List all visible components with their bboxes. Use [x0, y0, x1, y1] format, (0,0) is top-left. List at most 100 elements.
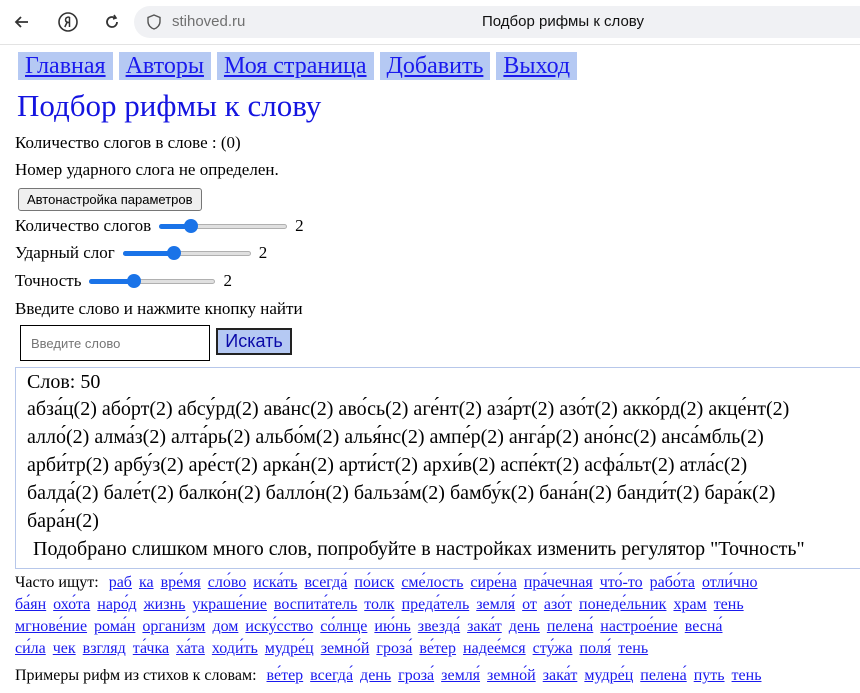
word-link[interactable]: сту́жа — [533, 640, 573, 657]
word-link[interactable]: ходи́ть — [212, 640, 258, 657]
stress-status-text: Номер ударного слога не определен. — [15, 160, 279, 179]
word-link[interactable]: вре́мя — [161, 574, 201, 591]
word-link[interactable]: ха́та — [176, 640, 205, 657]
word-link[interactable]: земля́ — [476, 596, 515, 613]
syllables-slider-label: Количество слогов — [15, 216, 152, 235]
word-link[interactable]: со́лнце — [320, 618, 367, 635]
word-link[interactable]: зака́т — [467, 618, 502, 635]
word-link[interactable]: воспита́тель — [274, 596, 357, 613]
word-link[interactable]: мгнове́ние — [15, 618, 87, 635]
yandex-logo-icon[interactable] — [56, 10, 80, 34]
word-link[interactable]: храм — [673, 596, 706, 613]
word-link[interactable]: иску́сство — [245, 618, 313, 635]
word-link[interactable]: тень — [732, 667, 762, 684]
word-link[interactable]: ка — [139, 574, 154, 591]
word-link[interactable]: настрое́ние — [600, 618, 677, 635]
word-link[interactable]: рома́н — [94, 618, 135, 635]
word-link[interactable]: земля́ — [441, 667, 480, 684]
reload-icon[interactable] — [100, 10, 124, 34]
slider-thumb[interactable] — [184, 219, 199, 233]
word-link[interactable]: звезда́ — [418, 618, 460, 635]
word-link[interactable]: ве́тер — [419, 640, 456, 657]
slider-thumb[interactable] — [166, 246, 181, 260]
syllables-slider-row: Количество слогов 2 — [15, 216, 304, 236]
word-link[interactable]: всегда́ — [310, 667, 353, 684]
word-link[interactable]: пелена́ — [547, 618, 593, 635]
search-button[interactable]: Искать — [216, 328, 292, 355]
word-link[interactable]: азо́т — [544, 596, 572, 613]
accuracy-slider-label: Точность — [15, 271, 82, 290]
back-arrow-icon[interactable] — [10, 10, 34, 34]
word-link[interactable]: отли́чно — [702, 574, 758, 591]
frequent-label: Часто ищут: — [15, 574, 99, 591]
word-link[interactable]: органи́зм — [142, 618, 205, 635]
word-link[interactable]: ве́тер — [267, 667, 304, 684]
word-link[interactable]: ба́ян — [15, 596, 46, 613]
word-link[interactable]: пелена́ — [640, 667, 686, 684]
word-link[interactable]: гроза́ — [398, 667, 434, 684]
results-warning: Подобрано слишком много слов, попробуйте… — [33, 538, 805, 560]
word-link[interactable]: жизнь — [144, 596, 186, 613]
auto-tune-button[interactable]: Автонастройка параметров — [18, 188, 202, 211]
word-link[interactable]: раб — [109, 574, 132, 591]
slider-thumb[interactable] — [126, 274, 141, 288]
word-link[interactable]: пра́чечная — [524, 574, 593, 591]
word-link[interactable]: ию́нь — [374, 618, 410, 635]
word-link[interactable]: сло́во — [208, 574, 247, 591]
menu-item-home[interactable]: Главная — [18, 52, 113, 80]
search-input[interactable]: Введите слово — [20, 325, 210, 361]
syllables-slider[interactable] — [159, 219, 288, 233]
word-link[interactable]: рабо́та — [650, 574, 695, 591]
frequent-row: ба́ян охо́та наро́д жизнь украше́ние вос… — [15, 596, 747, 614]
word-link[interactable]: гроза́ — [376, 640, 412, 657]
word-link[interactable]: понеде́льник — [579, 596, 666, 613]
word-link[interactable]: наро́д — [97, 596, 136, 613]
word-link[interactable]: день — [509, 618, 540, 635]
word-link[interactable]: си́ла — [15, 640, 46, 657]
address-domain: stihoved.ru — [172, 13, 246, 30]
syllables-slider-value: 2 — [295, 216, 304, 235]
menu-item-my-page[interactable]: Моя страница — [216, 52, 374, 80]
word-link[interactable]: взгляд — [83, 640, 126, 657]
stress-slider[interactable] — [122, 246, 251, 260]
menu-item-add[interactable]: Добавить — [379, 52, 491, 80]
word-link[interactable]: тень — [618, 640, 648, 657]
word-link[interactable]: охо́та — [53, 596, 90, 613]
word-link[interactable]: всегда́ — [304, 574, 347, 591]
accuracy-slider-row: Точность 2 — [15, 271, 232, 291]
word-link[interactable]: чек — [53, 640, 76, 657]
word-link[interactable]: земно́й — [487, 667, 536, 684]
address-bar[interactable]: stihoved.ru Подбор рифмы к слову — [134, 6, 860, 38]
word-link[interactable]: зака́т — [543, 667, 578, 684]
examples-label: Примеры рифм из стихов к словам: — [15, 667, 257, 684]
word-link[interactable]: весна́ — [685, 618, 723, 635]
word-link[interactable]: поля́ — [579, 640, 611, 657]
word-link[interactable]: украше́ние — [192, 596, 267, 613]
word-link[interactable]: по́иск — [354, 574, 394, 591]
word-link[interactable]: та́чка — [133, 640, 169, 657]
menu-item-authors[interactable]: Авторы — [118, 52, 211, 80]
word-link[interactable]: от — [522, 596, 537, 613]
word-link[interactable]: земно́й — [321, 640, 370, 657]
word-link[interactable]: надее́мся — [463, 640, 526, 657]
main-menu: Главная Авторы Моя страница Добавить Вых… — [18, 52, 578, 80]
word-link[interactable]: день — [360, 667, 391, 684]
word-link[interactable]: тень — [714, 596, 744, 613]
word-link[interactable]: сме́лость — [401, 574, 463, 591]
word-link[interactable]: толк — [364, 596, 394, 613]
word-link[interactable]: мудре́ц — [584, 667, 633, 684]
frequent-row: Часто ищут: раб ка вре́мя сло́во иска́ть… — [15, 574, 761, 592]
word-link[interactable]: преда́тель — [402, 596, 470, 613]
stress-slider-label: Ударный слог — [15, 243, 115, 262]
accuracy-slider[interactable] — [89, 274, 216, 288]
menu-item-logout[interactable]: Выход — [496, 52, 578, 80]
page-title: Подбор рифмы к слову — [17, 88, 322, 123]
word-link[interactable]: мудре́ц — [265, 640, 314, 657]
word-link[interactable]: сире́на — [470, 574, 516, 591]
word-link[interactable]: иска́ть — [253, 574, 297, 591]
word-link[interactable]: дом — [212, 618, 238, 635]
word-link[interactable]: что́-то — [600, 574, 643, 591]
word-link[interactable]: путь — [694, 667, 725, 684]
results-line: алло́(2) алма́з(2) алта́рь(2) альбо́м(2)… — [27, 426, 764, 448]
results-line: балда́(2) бале́т(2) балко́н(2) балло́н(2… — [27, 482, 776, 504]
